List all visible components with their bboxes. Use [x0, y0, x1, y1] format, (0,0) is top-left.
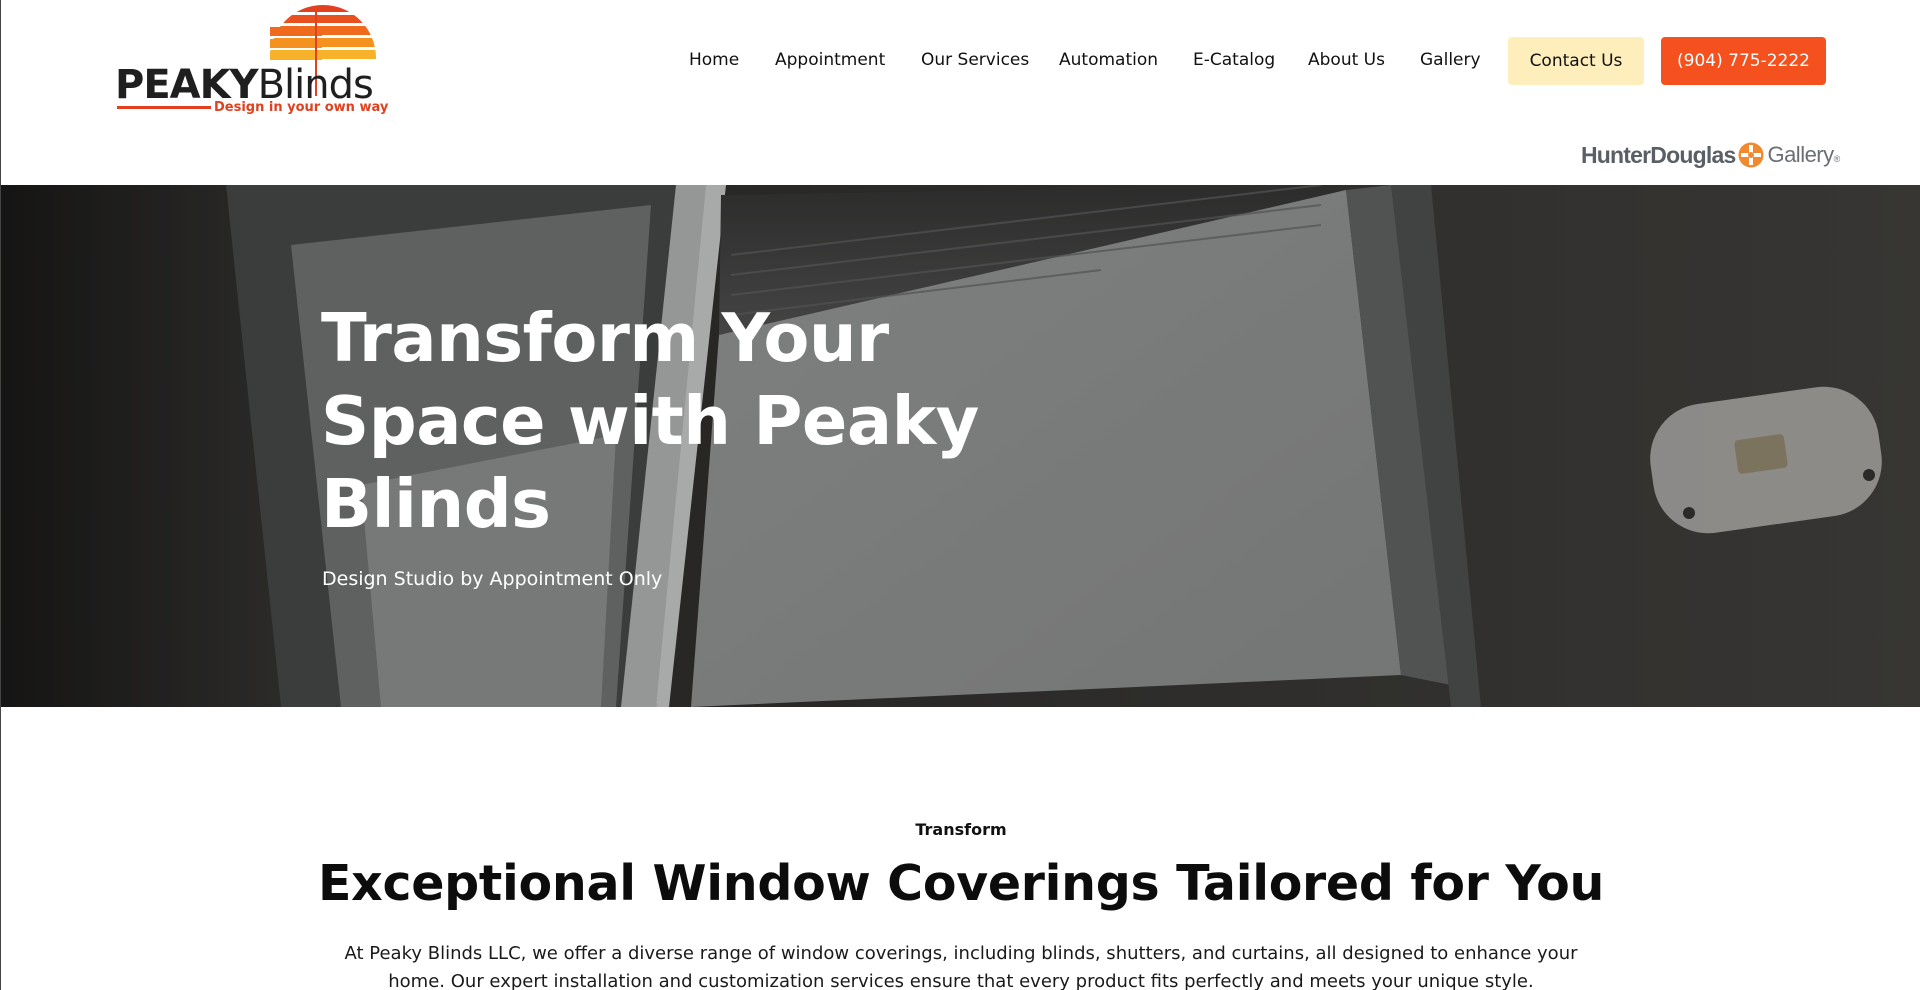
site-header: PEAKYBlinds Design in your own way Home … — [1, 0, 1920, 185]
intro-body: At Peaky Blinds LLC, we offer a diverse … — [344, 943, 1578, 990]
nav-automation[interactable]: Automation — [1059, 50, 1158, 70]
intro-title: Exceptional Window Coverings Tailored fo… — [317, 855, 1605, 912]
intro-eyebrow: Transform — [915, 820, 1007, 839]
gallery-wordmark: Gallery — [1767, 142, 1834, 167]
logo-tagline: Design in your own way — [214, 100, 389, 115]
contact-us-button[interactable]: Contact Us — [1508, 37, 1644, 85]
hunter-douglas-gallery-logo[interactable]: HunterDouglas Gallery ® — [1581, 140, 1840, 170]
phone-button[interactable]: (904) 775-2222 — [1661, 37, 1826, 85]
nav-about-us[interactable]: About Us — [1308, 50, 1385, 70]
hero-subtitle: Design Studio by Appointment Only — [322, 568, 663, 590]
nav-our-services[interactable]: Our Services — [921, 50, 1029, 70]
hunter-douglas-mark-icon — [1738, 142, 1764, 168]
nav-e-catalog[interactable]: E-Catalog — [1193, 50, 1275, 70]
hunter-douglas-wordmark: HunterDouglas — [1581, 141, 1736, 168]
logo-underline — [117, 106, 211, 109]
nav-home[interactable]: Home — [689, 50, 739, 70]
nav-gallery[interactable]: Gallery — [1420, 50, 1481, 70]
trademark-mark: ® — [1833, 154, 1841, 164]
main-nav: Home Appointment Our Services Automation… — [1, 37, 1920, 85]
hero-section: Transform Your Space with Peaky Blinds D… — [1, 185, 1920, 707]
nav-appointment[interactable]: Appointment — [775, 50, 885, 70]
hero-title: Transform Your Space with Peaky Blinds — [321, 299, 979, 543]
